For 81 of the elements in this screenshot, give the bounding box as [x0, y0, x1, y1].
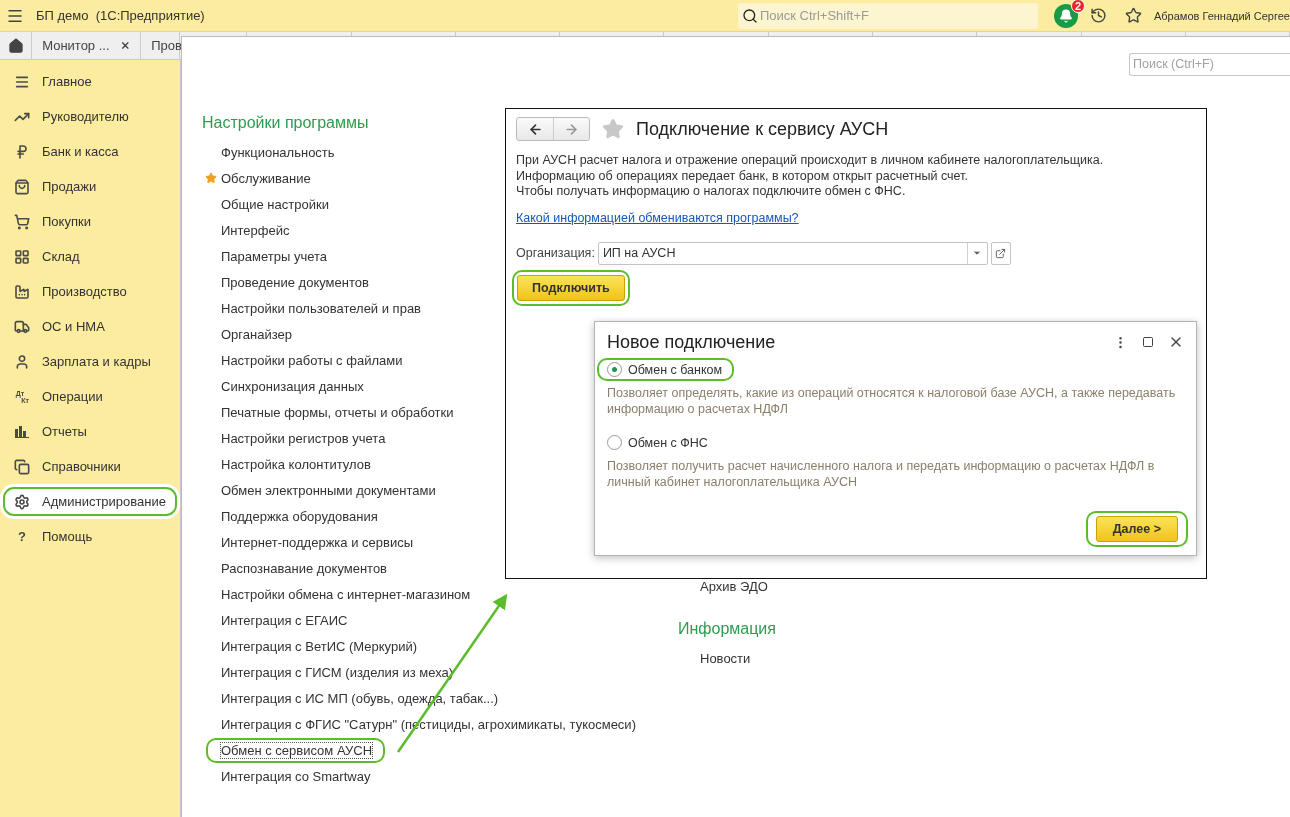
user-name[interactable]: Абрамов Геннадий Сергее — [1154, 9, 1290, 22]
maximize-icon[interactable] — [1142, 336, 1154, 348]
search-icon — [742, 7, 758, 24]
settings-link[interactable]: Настройки работы с файлами — [208, 351, 404, 369]
settings-link[interactable]: Настройка колонтитулов — [208, 455, 372, 473]
star-icon — [205, 172, 217, 184]
field-label: Организация: — [516, 246, 595, 260]
bar-chart-icon — [15, 425, 29, 438]
sidebar-item[interactable]: Банк и касса — [0, 134, 180, 169]
settings-link[interactable]: Органайзер — [208, 325, 293, 343]
option-description: Позволяет получить расчет начисленного налога и передать информацию о расчетах НДФЛ в личный кабинет налогоплательщика АУСН — [607, 458, 1156, 490]
user-icon — [14, 353, 30, 370]
sidebar-item[interactable]: ? Помощь — [0, 519, 180, 554]
settings-link[interactable]: Функциональность — [208, 143, 336, 161]
arrow-right-icon — [564, 121, 579, 137]
settings-icon — [14, 493, 30, 510]
help-icon: ? — [12, 530, 32, 543]
window-title: Подключение к сервису АУСН — [636, 118, 889, 140]
tab[interactable]: Монитор ... — [32, 32, 142, 59]
sidebar-item[interactable]: Склад — [0, 239, 180, 274]
history-icon[interactable] — [1090, 7, 1107, 24]
settings-link[interactable]: Синхронизация данных — [208, 377, 365, 395]
dropdown-icon[interactable] — [972, 248, 983, 258]
home-icon — [7, 37, 24, 54]
description-text: При АУСН расчет налога и отражение операций происходит в личном кабинете налогоплательщика. Информацию об операциях передает банк, в котором открыт расчетный счет. Чтобы получать информацию о налогах подключите обмен с ФНС. — [516, 153, 1105, 200]
radio-button[interactable] — [607, 435, 622, 450]
settings-link[interactable]: Архив ЭДО — [699, 577, 769, 595]
factory-icon — [14, 283, 30, 300]
settings-link[interactable]: Поддержка оборудования — [208, 507, 379, 525]
sidebar-item[interactable]: Руководителю — [0, 99, 180, 134]
settings-link[interactable]: Интеграция с ВетИС (Меркурий) — [208, 637, 419, 655]
sidebar-item[interactable]: Справочники — [0, 449, 180, 484]
sidebar-item[interactable]: Администрирование — [0, 484, 180, 519]
star-icon[interactable] — [1125, 7, 1142, 24]
option-label[interactable]: Обмен с банком — [628, 362, 723, 377]
sidebar-item[interactable]: Зарплата и кадры — [0, 344, 180, 379]
sidebar-item[interactable]: ОС и НМА — [0, 309, 180, 344]
shopping-cart-icon — [14, 213, 30, 230]
section-title: Информация — [678, 619, 776, 639]
settings-link[interactable]: Распознавание документов — [208, 559, 389, 577]
settings-link[interactable]: Печатные формы, отчеты и обработки — [208, 403, 455, 421]
help-link[interactable]: Какой информацией обмениваются программы? — [516, 210, 799, 225]
close-icon[interactable] — [119, 39, 131, 52]
info-link[interactable]: Новости — [699, 649, 752, 667]
option-label[interactable]: Обмен с ФНС — [628, 435, 708, 450]
settings-link[interactable]: Настройки регистров учета — [208, 429, 387, 447]
settings-link[interactable]: Обслуживание — [208, 169, 312, 187]
dialog-title: Новое подключение — [607, 331, 776, 353]
section-title: Настройки программы — [202, 113, 369, 133]
next-button[interactable]: Далее > — [1095, 516, 1178, 542]
ruble-icon — [14, 143, 30, 160]
settings-link[interactable]: Интеграция со Smartway — [208, 767, 372, 785]
settings-link[interactable]: Интеграция с ЕГАИС — [208, 611, 349, 629]
option-description: Позволяет определять, какие из операций относятся к налоговой базе АУСН, а также передавать информацию о расчетах НДФЛ — [607, 385, 1177, 417]
documents-icon — [14, 458, 30, 475]
settings-link[interactable]: Интеграция с ГИСМ (изделия из меха) — [208, 663, 455, 681]
settings-link[interactable]: Настройки обмена с интернет-магазином — [208, 585, 472, 603]
settings-link[interactable]: Интернет-поддержка и сервисы — [208, 533, 415, 551]
settings-link[interactable]: Интерфейс — [208, 221, 291, 239]
settings-link[interactable]: Настройки пользователей и прав — [208, 299, 423, 317]
notification-count: 2 — [1071, 0, 1085, 13]
shopping-bag-icon — [14, 178, 30, 195]
organization-field[interactable]: ИП на АУСН — [597, 241, 988, 265]
open-icon — [995, 247, 1007, 259]
settings-link[interactable]: Общие настройки — [208, 195, 330, 213]
tab[interactable]: Пров — [141, 32, 181, 59]
truck-icon — [14, 318, 30, 335]
radio-button[interactable] — [607, 362, 622, 377]
sidebar-item[interactable]: Покупки — [0, 204, 180, 239]
sidebar-item[interactable]: Главное — [0, 64, 180, 99]
settings-link[interactable]: Обмен электронными документами — [208, 481, 437, 499]
sidebar-item[interactable]: Производство — [0, 274, 180, 309]
sidebar-item[interactable]: Отчеты — [0, 414, 180, 449]
connect-button[interactable]: Подключить — [517, 274, 625, 301]
open-button[interactable] — [990, 241, 1011, 265]
sidebar-item[interactable]: Продажи — [0, 169, 180, 204]
grid-icon — [14, 248, 30, 265]
app-title: БП демо (1С:Предприятие) — [36, 8, 205, 23]
settings-link[interactable]: Параметры учета — [208, 247, 329, 265]
bell-icon — [1059, 8, 1073, 23]
settings-link[interactable]: Проведение документов — [208, 273, 370, 291]
